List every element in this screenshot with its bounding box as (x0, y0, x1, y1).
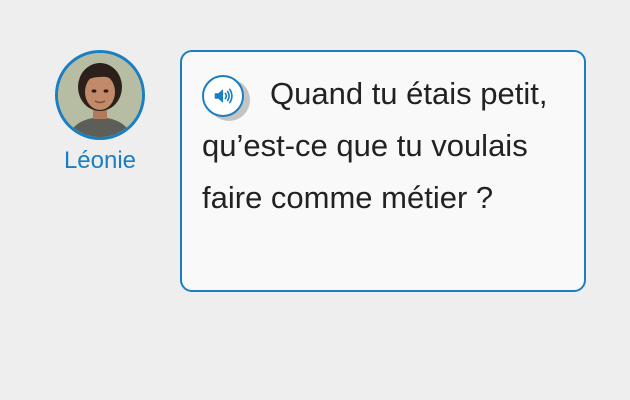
avatar-portrait-icon (58, 53, 142, 137)
speaker-name: Léonie (63, 147, 137, 174)
avatar (55, 50, 145, 140)
speech-bubble: Quand tu étais petit, qu’est-ce que tu v… (180, 50, 586, 292)
play-audio-button[interactable] (202, 75, 254, 121)
speaker-icon (214, 88, 233, 104)
bubble-text: Quand tu étais petit, qu’est-ce que tu v… (202, 76, 548, 215)
audio-button-circle[interactable] (202, 75, 244, 117)
